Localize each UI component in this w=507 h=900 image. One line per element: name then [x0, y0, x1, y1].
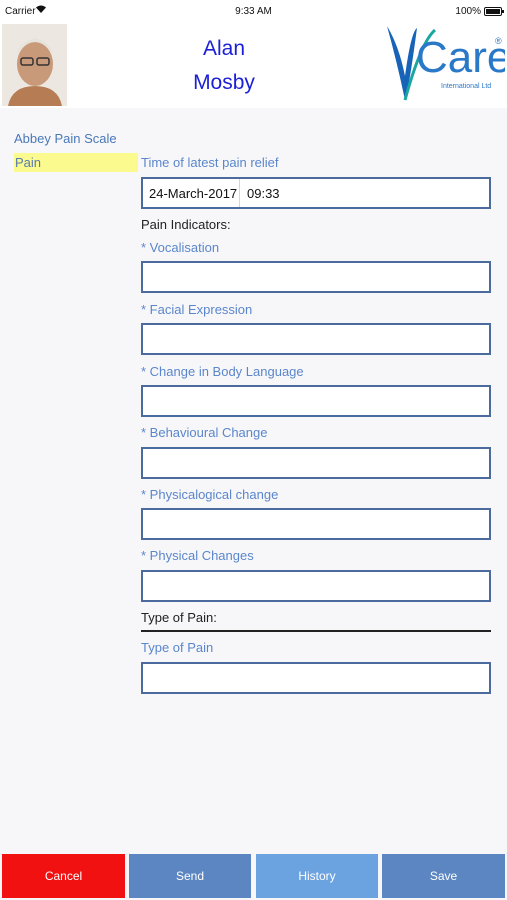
behavioural-change-field[interactable]: [141, 447, 491, 479]
latest-pain-relief-label: Time of latest pain relief: [141, 155, 279, 170]
divider: [239, 179, 240, 207]
pain-indicators-heading: Pain Indicators:: [141, 217, 231, 232]
cancel-button[interactable]: Cancel: [2, 854, 125, 898]
vcare-logo: Care ® International Ltd: [383, 22, 505, 106]
logo-text: Care: [416, 33, 505, 82]
logo-subtitle: International Ltd: [441, 83, 491, 90]
header: Alan Mosby Care ® International Ltd: [0, 22, 507, 108]
behavioural-change-label: * Behavioural Change: [141, 425, 268, 440]
battery-icon: [484, 7, 504, 16]
physiological-change-label: * Physicalogical change: [141, 487, 279, 502]
send-button[interactable]: Send: [129, 854, 251, 898]
patient-last-name: Mosby: [193, 71, 255, 94]
vocalisation-field[interactable]: [141, 261, 491, 293]
bottom-toolbar: Cancel Send History Save: [0, 852, 507, 900]
physical-changes-field[interactable]: [141, 570, 491, 602]
section-tag-pain[interactable]: Pain: [14, 153, 138, 172]
history-button[interactable]: History: [256, 854, 378, 898]
patient-first-name: Alan: [202, 37, 246, 60]
body-language-field[interactable]: [141, 385, 491, 417]
date-value[interactable]: 24-March-2017: [149, 186, 237, 201]
status-time: 9:33 AM: [235, 6, 272, 17]
time-value[interactable]: 09:33: [247, 186, 280, 201]
type-of-pain-label: Type of Pain: [141, 640, 214, 655]
status-bar: Carrier 9:33 AM 100%: [0, 0, 507, 22]
body-language-label: * Change in Body Language: [141, 364, 304, 379]
vocalisation-label: * Vocalisation: [141, 240, 220, 255]
facial-expression-label: * Facial Expression: [141, 302, 253, 317]
type-of-pain-heading: Type of Pain:: [141, 610, 217, 625]
physical-changes-label: * Physical Changes: [141, 548, 254, 563]
logo-registered: ®: [495, 36, 502, 46]
avatar: [2, 24, 67, 106]
latest-pain-relief-datetime[interactable]: 24-March-2017 09:33: [141, 177, 491, 209]
facial-expression-field[interactable]: [141, 323, 491, 355]
form-title: Abbey Pain Scale: [14, 131, 117, 146]
section-divider: [141, 630, 491, 632]
save-button[interactable]: Save: [382, 854, 505, 898]
patient-name: Alan Mosby: [150, 32, 298, 100]
battery-percentage: 100%: [455, 6, 481, 17]
physiological-change-field[interactable]: [141, 508, 491, 540]
type-of-pain-field[interactable]: [141, 662, 491, 694]
